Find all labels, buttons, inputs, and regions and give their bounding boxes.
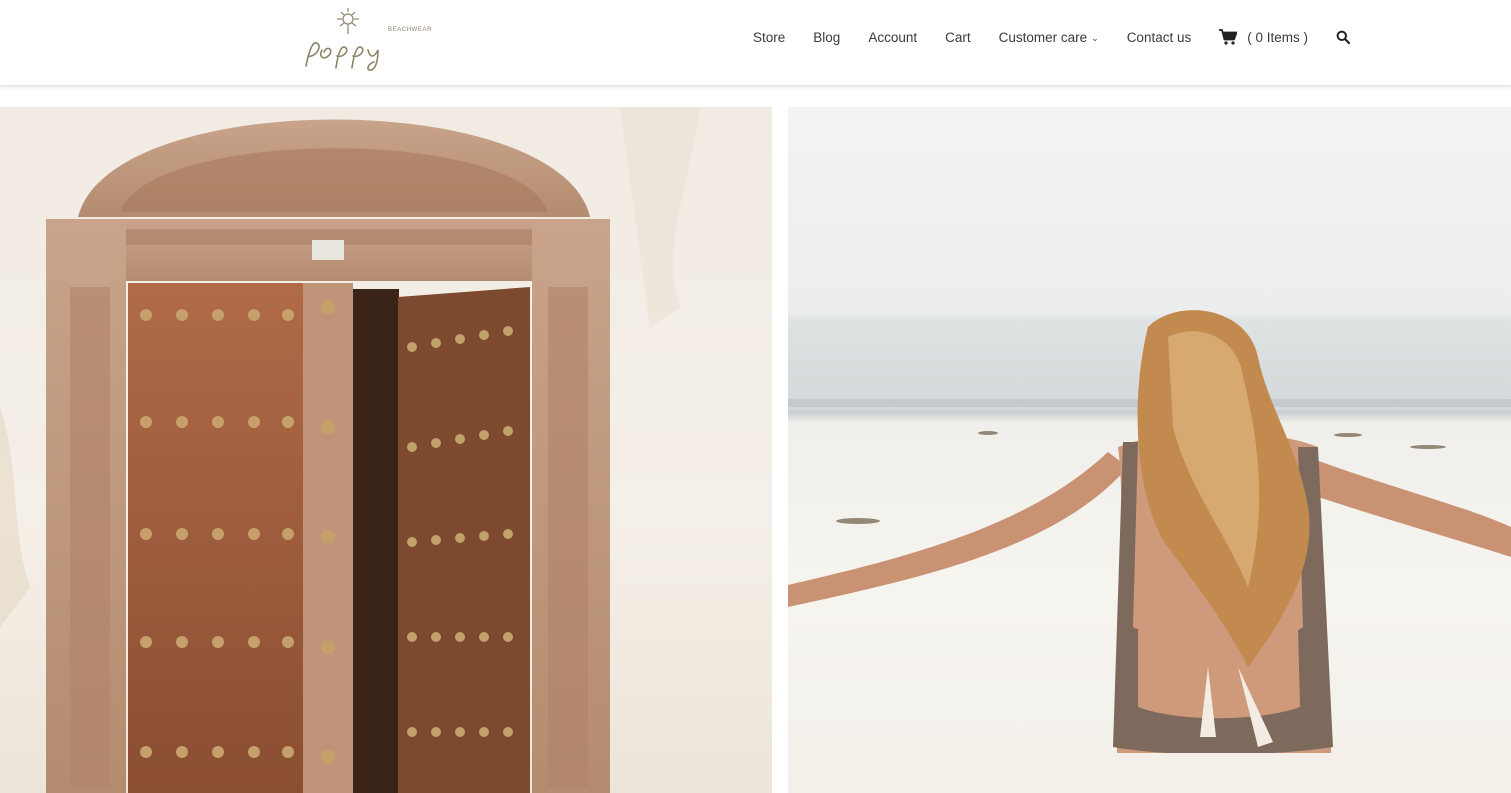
brand-logo[interactable] xyxy=(300,6,415,72)
site-header: BEACHWEAR Store Blog Account Cart Custom… xyxy=(0,0,1511,86)
nav-customer-care[interactable]: Customer care ⌄ xyxy=(999,30,1099,45)
cart-summary-link[interactable]: ( 0 Items ) xyxy=(1219,29,1308,45)
nav-customer-care-label: Customer care xyxy=(998,29,1088,45)
chevron-down-icon: ⌄ xyxy=(1091,33,1099,43)
cart-item-count: ( 0 Items ) xyxy=(1247,29,1308,45)
nav-cart[interactable]: Cart xyxy=(945,30,971,45)
nav-blog[interactable]: Blog xyxy=(813,30,840,45)
search-icon[interactable] xyxy=(1336,30,1350,44)
nav-store[interactable]: Store xyxy=(753,30,785,45)
nav-account[interactable]: Account xyxy=(868,30,917,45)
nav-contact-us[interactable]: Contact us xyxy=(1127,30,1192,45)
gallery-image-beach[interactable] xyxy=(788,107,1511,793)
brand-tagline: BEACHWEAR xyxy=(388,27,433,33)
logo-mark xyxy=(305,8,379,71)
beach-illustration xyxy=(788,310,1511,793)
shopping-cart-icon xyxy=(1219,29,1238,45)
main-nav: Store Blog Account Cart Customer care ⌄ … xyxy=(753,26,1350,48)
carved-door-illustration xyxy=(0,107,700,793)
gallery-image-door[interactable] xyxy=(0,107,772,793)
